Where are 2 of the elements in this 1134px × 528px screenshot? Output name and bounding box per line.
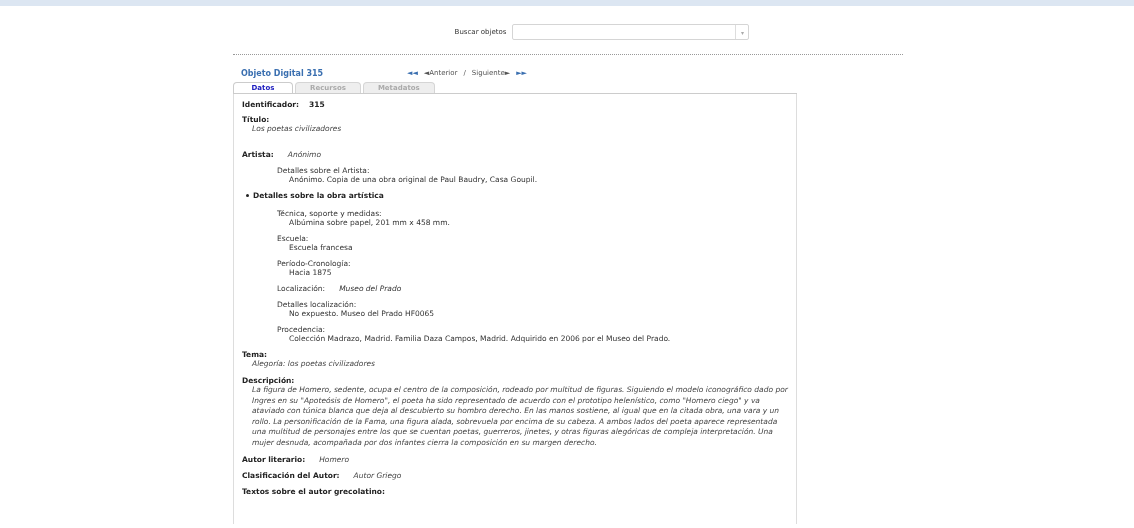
- bullet-icon: [246, 193, 249, 197]
- object-title: Objeto Digital 315: [241, 69, 325, 78]
